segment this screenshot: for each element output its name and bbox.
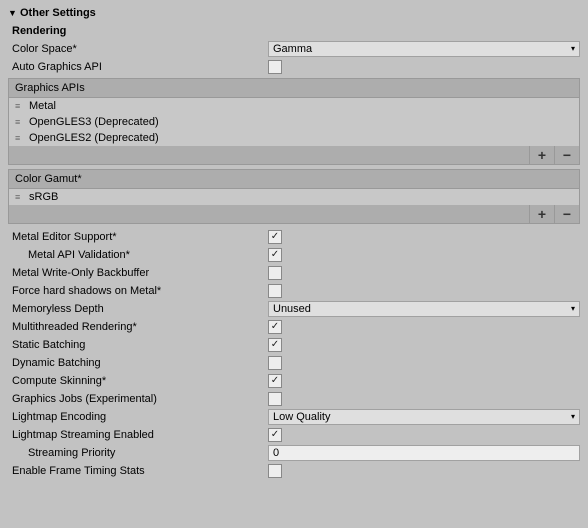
auto-graphics-api-checkbox[interactable] <box>268 60 282 74</box>
metal-editor-support-checkbox[interactable] <box>268 230 282 244</box>
compute-skinning-label: Compute Skinning* <box>12 375 268 387</box>
streaming-priority-input[interactable] <box>268 445 580 461</box>
color-space-label: Color Space* <box>12 43 268 55</box>
streaming-priority-label: Streaming Priority <box>28 447 268 459</box>
metal-write-only-checkbox[interactable] <box>268 266 282 280</box>
graphics-apis-remove-button[interactable]: − <box>554 146 579 164</box>
drag-handle-icon[interactable]: ≡ <box>15 101 29 111</box>
frame-timing-stats-label: Enable Frame Timing Stats <box>12 465 268 477</box>
memoryless-depth-dropdown[interactable]: Unused ▾ <box>268 301 580 317</box>
list-item[interactable]: ≡OpenGLES2 (Deprecated) <box>9 130 579 146</box>
list-item[interactable]: ≡OpenGLES3 (Deprecated) <box>9 114 579 130</box>
memoryless-depth-value: Unused <box>273 303 571 315</box>
list-item-label: OpenGLES3 (Deprecated) <box>29 116 159 128</box>
frame-timing-stats-checkbox[interactable] <box>268 464 282 478</box>
list-item[interactable]: ≡sRGB <box>9 189 579 205</box>
graphics-jobs-label: Graphics Jobs (Experimental) <box>12 393 268 405</box>
other-settings-title: Other Settings <box>20 7 96 19</box>
static-batching-checkbox[interactable] <box>268 338 282 352</box>
auto-graphics-api-label: Auto Graphics API <box>12 61 268 73</box>
other-settings-header[interactable]: ▼ Other Settings <box>4 4 584 22</box>
lightmap-encoding-label: Lightmap Encoding <box>12 411 268 423</box>
drag-handle-icon[interactable]: ≡ <box>15 133 29 143</box>
graphics-apis-title: Graphics APIs <box>15 82 85 94</box>
lightmap-encoding-value: Low Quality <box>273 411 571 423</box>
force-hard-shadows-checkbox[interactable] <box>268 284 282 298</box>
chevron-down-icon: ▾ <box>571 413 575 421</box>
force-hard-shadows-label: Force hard shadows on Metal* <box>12 285 268 297</box>
color-gamut-header: Color Gamut* <box>8 169 580 189</box>
color-gamut-title: Color Gamut* <box>15 173 82 185</box>
graphics-apis-header: Graphics APIs <box>8 78 580 98</box>
graphics-apis-list: Graphics APIs ≡Metal≡OpenGLES3 (Deprecat… <box>8 78 580 165</box>
graphics-jobs-checkbox[interactable] <box>268 392 282 406</box>
chevron-down-icon: ▾ <box>571 305 575 313</box>
metal-editor-support-label: Metal Editor Support* <box>12 231 268 243</box>
rendering-subheader: Rendering <box>4 22 584 40</box>
compute-skinning-checkbox[interactable] <box>268 374 282 388</box>
lightmap-streaming-checkbox[interactable] <box>268 428 282 442</box>
list-item-label: sRGB <box>29 191 58 203</box>
list-item-label: Metal <box>29 100 56 112</box>
drag-handle-icon[interactable]: ≡ <box>15 117 29 127</box>
metal-write-only-label: Metal Write-Only Backbuffer <box>12 267 268 279</box>
chevron-down-icon: ▾ <box>571 45 575 53</box>
static-batching-label: Static Batching <box>12 339 268 351</box>
dynamic-batching-label: Dynamic Batching <box>12 357 268 369</box>
lightmap-streaming-label: Lightmap Streaming Enabled <box>12 429 268 441</box>
metal-api-validation-label: Metal API Validation* <box>28 249 268 261</box>
color-space-dropdown[interactable]: Gamma ▾ <box>268 41 580 57</box>
color-gamut-add-button[interactable]: + <box>529 205 554 223</box>
color-gamut-remove-button[interactable]: − <box>554 205 579 223</box>
drag-handle-icon[interactable]: ≡ <box>15 192 29 202</box>
memoryless-depth-label: Memoryless Depth <box>12 303 268 315</box>
color-space-value: Gamma <box>273 43 571 55</box>
color-gamut-list: Color Gamut* ≡sRGB + − <box>8 169 580 224</box>
foldout-arrow-icon: ▼ <box>8 9 18 18</box>
dynamic-batching-checkbox[interactable] <box>268 356 282 370</box>
metal-api-validation-checkbox[interactable] <box>268 248 282 262</box>
list-item-label: OpenGLES2 (Deprecated) <box>29 132 159 144</box>
list-item[interactable]: ≡Metal <box>9 98 579 114</box>
multithreaded-rendering-label: Multithreaded Rendering* <box>12 321 268 333</box>
multithreaded-rendering-checkbox[interactable] <box>268 320 282 334</box>
graphics-apis-add-button[interactable]: + <box>529 146 554 164</box>
lightmap-encoding-dropdown[interactable]: Low Quality ▾ <box>268 409 580 425</box>
